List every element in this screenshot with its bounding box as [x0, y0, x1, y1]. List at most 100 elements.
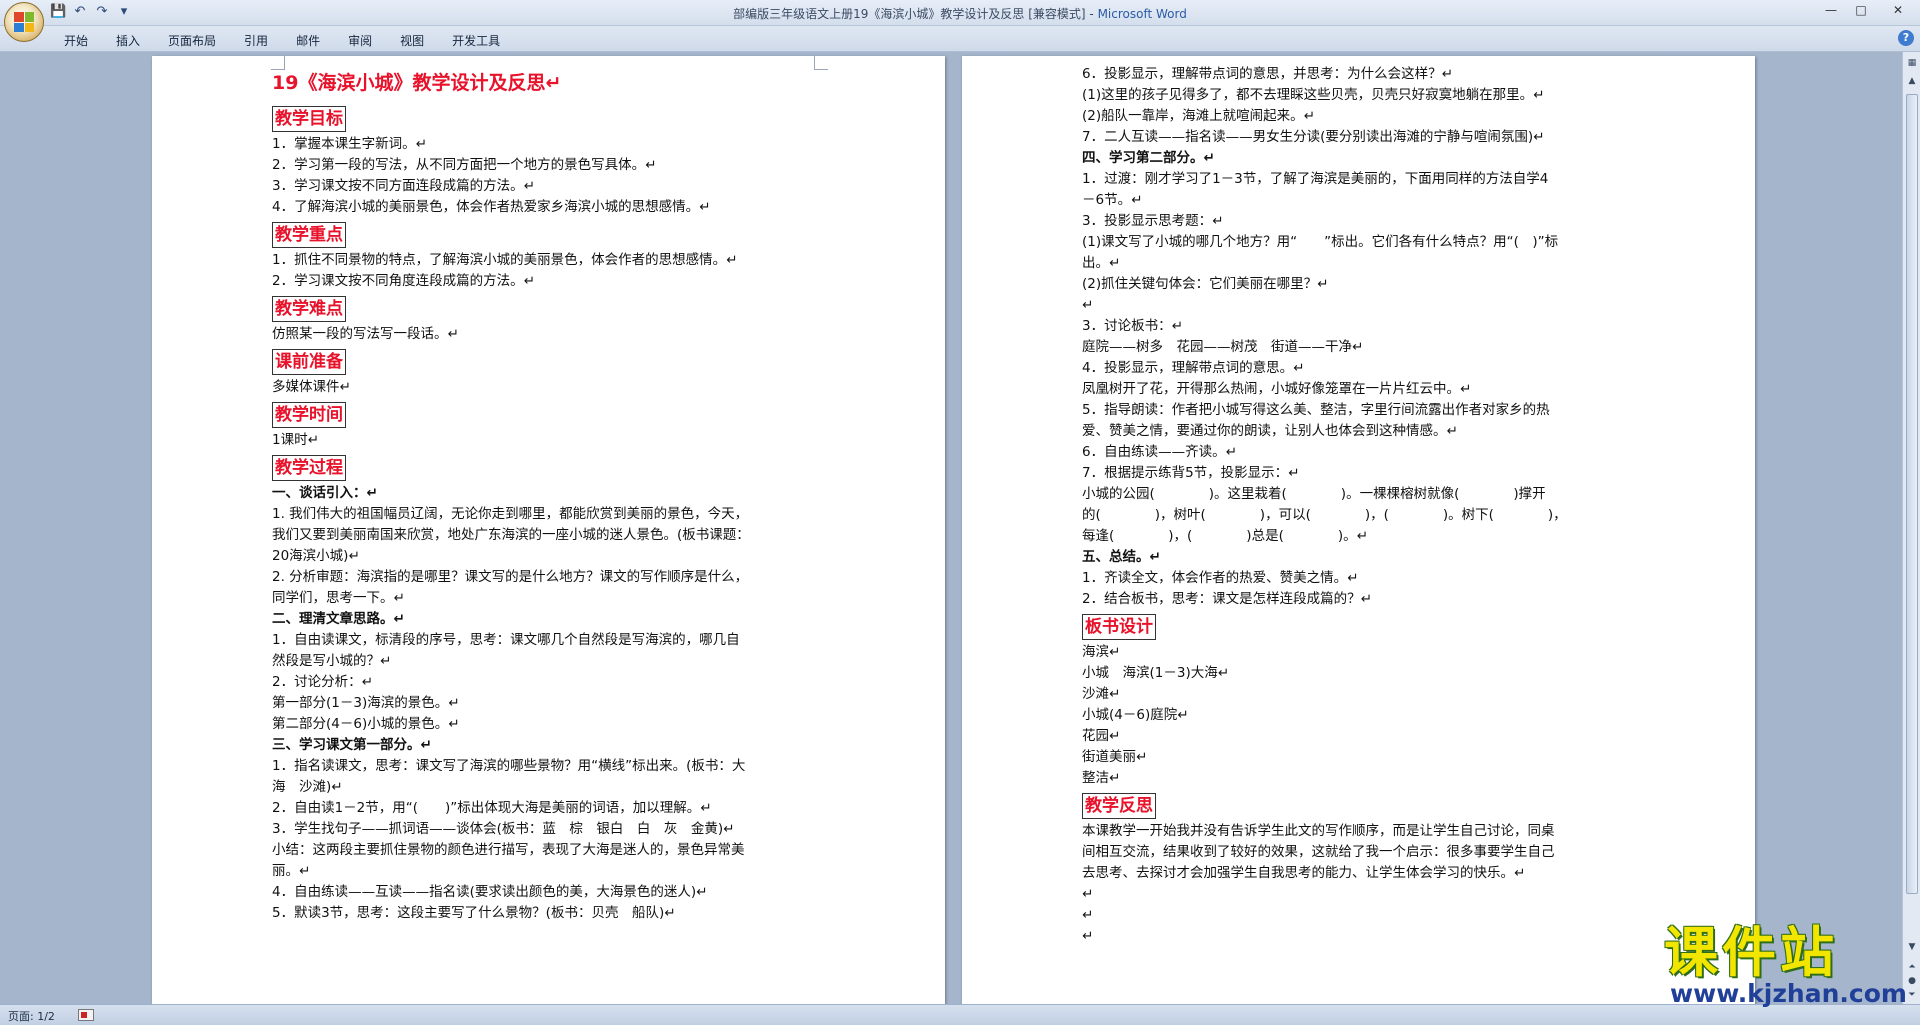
- section-heading-label: 教学过程: [272, 455, 346, 481]
- close-button[interactable]: ✕: [1876, 0, 1920, 20]
- help-icon[interactable]: ?: [1898, 30, 1914, 46]
- document-page-1[interactable]: 19《海滨小城》教学设计及反思↵ 教学目标 1．掌握本课生字新词。↵ 2．学习第一段的…: [152, 56, 945, 1004]
- text-line: －6节。↵: [1082, 192, 1143, 208]
- office-button[interactable]: [4, 2, 44, 42]
- ribbon-tab[interactable]: 页面布局: [154, 30, 230, 51]
- section-heading: 教学反思: [1082, 789, 1642, 821]
- text-line: 4．自由练读——互读——指名读(要求读出颜色的美，大海景色的迷人)↵: [272, 884, 708, 900]
- text-line: 3．学生找句子——抓词语——谈体会(板书：蓝 棕 银白 白 灰 金黄)↵: [272, 821, 735, 837]
- browse-object-icon[interactable]: ●: [1905, 974, 1919, 988]
- text-line: 丽。↵: [272, 863, 311, 879]
- vertical-scrollbar[interactable]: ▦ ▲ ▼ ⏶ ● ⏷: [1902, 52, 1920, 1004]
- text-line: 1．掌握本课生字新词。↵: [272, 136, 427, 152]
- text-line: 本课教学一开始我并没有告诉学生此文的写作顺序，而是让学生自己讨论，同桌: [1082, 823, 1555, 839]
- window-controls: — □ ✕: [1816, 0, 1920, 20]
- section-heading: 教学时间: [272, 398, 832, 430]
- title-bar: 💾 ↶ ↷ ▾ 部编版三年级语文上册19《海滨小城》教学设计及反思 [兼容模式]…: [0, 0, 1920, 26]
- text-line: 多媒体课件↵: [272, 379, 351, 395]
- text-line: 6．投影显示，理解带点词的意思，并思考：为什么会这样？↵: [1082, 66, 1453, 82]
- text-line: (2)船队一靠岸，海滩上就喧闹起来。↵: [1082, 108, 1315, 124]
- text-line: ↵: [1082, 297, 1094, 313]
- text-line: 2．自由读1－2节，用“( )”标出体现大海是美丽的词语，加以理解。↵: [272, 800, 712, 816]
- subsection-heading: 一、谈话引入：↵: [272, 485, 378, 501]
- section-heading: 教学目标: [272, 102, 832, 134]
- section-heading-label: 教学难点: [272, 296, 346, 322]
- window-title: 部编版三年级语文上册19《海滨小城》教学设计及反思 [兼容模式] - Micro…: [0, 5, 1920, 22]
- app-name: Microsoft Word: [1097, 7, 1187, 21]
- ruler-toggle-icon[interactable]: ▦: [1905, 56, 1919, 70]
- text-line: 2．结合板书，思考：课文是怎样连段成篇的？↵: [1082, 591, 1372, 607]
- section-heading-label: 教学重点: [272, 222, 346, 248]
- text-line: 1课时↵: [272, 432, 319, 448]
- text-line: 1．自由读课文，标清段的序号，思考：课文哪几个自然段是写海滨的，哪几自: [272, 632, 740, 648]
- scroll-up-icon[interactable]: ▲: [1905, 74, 1919, 88]
- scroll-down-icon[interactable]: ▼: [1905, 940, 1919, 954]
- section-heading-label: 课前准备: [272, 349, 346, 375]
- subsection-heading: 二、理清文章思路。↵: [272, 611, 405, 627]
- text-line: (2)抓住关键句体会：它们美丽在哪里？↵: [1082, 276, 1329, 292]
- text-line: 4．投影显示，理解带点词的意思。↵: [1082, 360, 1305, 376]
- text-line: 20海滨小城)↵: [272, 548, 360, 564]
- text-line: 第一部分(1－3)海滨的景色。↵: [272, 695, 460, 711]
- text-line: 1．齐读全文，体会作者的热爱、赞美之情。↵: [1082, 570, 1359, 586]
- next-page-icon[interactable]: ⏷: [1905, 988, 1919, 1002]
- document-title-heading: 19《海滨小城》教学设计及反思↵: [272, 72, 562, 94]
- text-line: 5．默读3节，思考：这段主要写了什么景物？(板书：贝壳 船队)↵: [272, 905, 676, 921]
- watermark-title: 课件站: [1664, 921, 1838, 984]
- text-line: 仿照某一段的写法写一段话。↵: [272, 326, 459, 342]
- page-1-content[interactable]: 19《海滨小城》教学设计及反思↵ 教学目标 1．掌握本课生字新词。↵ 2．学习第一段的…: [272, 64, 832, 924]
- text-line: 整洁↵: [1082, 770, 1121, 786]
- ribbon-tab[interactable]: 开发工具: [438, 30, 514, 51]
- text-line: (1)这里的孩子见得多了，都不去理睬这些贝壳，贝壳只好寂寞地躺在那里。↵: [1082, 87, 1545, 103]
- text-line: 庭院——树多 花园——树茂 街道——干净↵: [1082, 339, 1364, 355]
- text-line: 间相互交流，结果收到了较好的效果，这就给了我一个启示：很多事要学生自己: [1082, 844, 1555, 860]
- ribbon-tab[interactable]: 引用: [230, 30, 282, 51]
- subsection-heading: 五、总结。↵: [1082, 549, 1161, 565]
- text-line: 同学们，思考一下。↵: [272, 590, 405, 606]
- section-heading: 板书设计: [1082, 610, 1642, 642]
- text-line: 凤凰树开了花，开得那么热闹，小城好像笼罩在一片片红云中。↵: [1082, 381, 1472, 397]
- text-line: ↵: [1082, 886, 1094, 902]
- text-line: 3．投影显示思考题：↵: [1082, 213, 1224, 229]
- text-line: 1．指名读课文，思考：课文写了海滨的哪些景物？用“横线”标出来。(板书：大: [272, 758, 746, 774]
- text-line: 小城(4－6)庭院↵: [1082, 707, 1189, 723]
- site-watermark: 课件站 www.kjzhan.com: [1664, 921, 1907, 1008]
- document-workspace: 19《海滨小城》教学设计及反思↵ 教学目标 1．掌握本课生字新词。↵ 2．学习第一段的…: [0, 52, 1902, 1004]
- text-line: 出。↵: [1082, 255, 1121, 271]
- text-line: (1)课文写了小城的哪几个地方？用“ ”标出。它们各有什么特点？用“( )”标: [1082, 234, 1559, 250]
- subsection-heading: 四、学习第二部分。↵: [1082, 150, 1215, 166]
- text-line: 然段是写小城的？↵: [272, 653, 392, 669]
- section-heading: 教学重点: [272, 218, 832, 250]
- text-line: 2．学习课文按不同角度连段成篇的方法。↵: [272, 273, 535, 289]
- text-line: 小城 海滨(1－3)大海↵: [1082, 665, 1230, 681]
- text-line: 花园↵: [1082, 728, 1121, 744]
- minimize-button[interactable]: —: [1816, 0, 1846, 20]
- ribbon-tab[interactable]: 审阅: [334, 30, 386, 51]
- page-count-status[interactable]: 页面: 1/2: [8, 1008, 55, 1024]
- section-heading: 教学难点: [272, 292, 832, 324]
- ribbon-tab[interactable]: 插入: [102, 30, 154, 51]
- scrollbar-thumb[interactable]: [1906, 94, 1918, 894]
- text-line: 街道美丽↵: [1082, 749, 1148, 765]
- document-page-2[interactable]: 6．投影显示，理解带点词的意思，并思考：为什么会这样？↵ (1)这里的孩子见得多了…: [962, 56, 1755, 1004]
- watermark-url: www.kjzhan.com: [1670, 979, 1907, 1008]
- text-line: 3．学习课文按不同方面连段成篇的方法。↵: [272, 178, 535, 194]
- previous-page-icon[interactable]: ⏶: [1905, 960, 1919, 974]
- section-heading: 教学过程: [272, 451, 832, 483]
- text-line: ↵: [1082, 928, 1094, 944]
- text-line: 2．讨论分析：↵: [272, 674, 373, 690]
- section-heading-label: 板书设计: [1082, 614, 1156, 640]
- proofing-icon[interactable]: [78, 1009, 94, 1021]
- text-line: 6．自由练读——齐读。↵: [1082, 444, 1237, 460]
- text-line: 3．讨论板书：↵: [1082, 318, 1183, 334]
- text-line: 第二部分(4－6)小城的景色。↵: [272, 716, 460, 732]
- maximize-button[interactable]: □: [1846, 0, 1876, 20]
- ribbon-tab[interactable]: 邮件: [282, 30, 334, 51]
- ribbon-tab[interactable]: 开始: [50, 30, 102, 51]
- page-2-content[interactable]: 6．投影显示，理解带点词的意思，并思考：为什么会这样？↵ (1)这里的孩子见得多了…: [1082, 64, 1642, 947]
- text-line: 1．抓住不同景物的特点，了解海滨小城的美丽景色，体会作者的思想感情。↵: [272, 252, 738, 268]
- ribbon: 开始 插入 页面布局 引用 邮件 审阅 视图 开发工具 ?: [0, 26, 1920, 52]
- text-line: 海 沙滩)↵: [272, 779, 343, 795]
- text-line: 7．二人互读——指名读——男女生分读(要分别读出海滩的宁静与喧闹氛围)↵: [1082, 129, 1545, 145]
- ribbon-tab[interactable]: 视图: [386, 30, 438, 51]
